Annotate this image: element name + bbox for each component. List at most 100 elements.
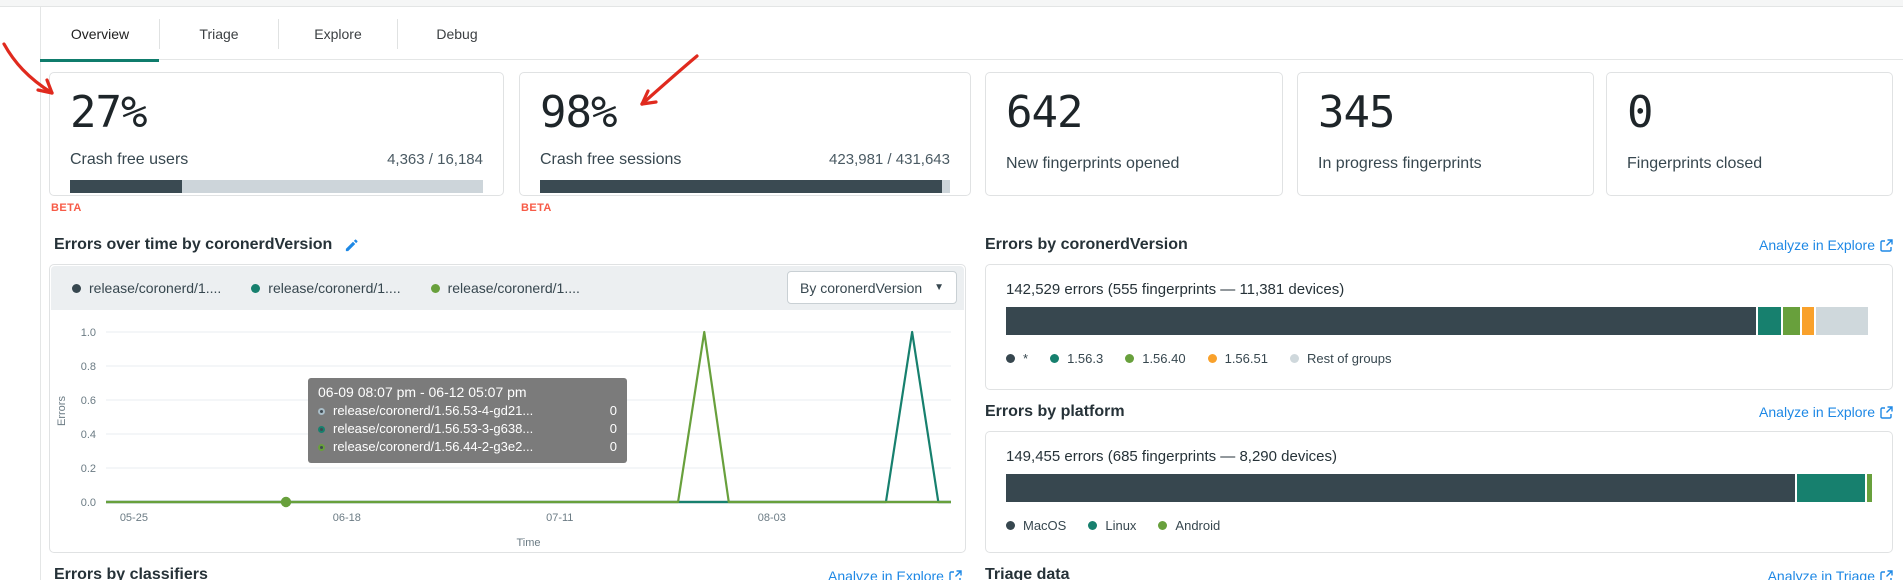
stat-value: 0 — [1627, 87, 1872, 139]
link-label: Analyze in Explore — [1759, 237, 1875, 253]
legend-dot-icon — [1125, 354, 1134, 363]
svg-text:0.2: 0.2 — [81, 463, 96, 475]
bar-segment[interactable] — [1802, 307, 1814, 335]
tooltip-series-label: release/coronerd/1.56.44-2-g3e2... — [333, 438, 585, 456]
series-marker-icon — [318, 408, 325, 415]
stat-value: 345 — [1318, 87, 1573, 139]
progress-fill — [70, 180, 182, 193]
group-by-value: By coronerdVersion — [800, 280, 922, 296]
overview-dashboard: Overview Triage Explore Debug 27% Crash … — [0, 0, 1903, 580]
legend-label: 1.56.51 — [1225, 351, 1268, 366]
tab-overview[interactable]: Overview — [41, 8, 159, 60]
breakdown-summary: 142,529 errors (555 fingerprints — 11,38… — [1006, 281, 1344, 298]
svg-text:05-25: 05-25 — [120, 512, 148, 524]
bar-segment[interactable] — [1783, 307, 1799, 335]
section-title-errors-by-classifiers: Errors by classifiers — [54, 566, 208, 580]
legend-item: Linux — [1088, 518, 1136, 533]
tooltip-row: release/coronerd/1.56.53-4-gd21... 0 — [318, 402, 617, 420]
stat-value: 27% — [70, 87, 483, 139]
tooltip-series-value: 0 — [593, 402, 617, 420]
tooltip-series-label: release/coronerd/1.56.53-3-g638... — [333, 420, 585, 438]
bar-segment[interactable] — [1758, 307, 1781, 335]
legend-item[interactable]: release/coronerd/1.... — [251, 280, 400, 296]
svg-text:06-18: 06-18 — [333, 512, 361, 524]
chart-section-title: Errors over time by coronerdVersion — [54, 236, 332, 254]
svg-text:0.6: 0.6 — [81, 395, 96, 407]
svg-text:07-11: 07-11 — [546, 512, 573, 524]
bar-segment[interactable] — [1867, 474, 1872, 502]
chevron-down-icon: ▼ — [934, 282, 944, 293]
legend-item: 1.56.51 — [1208, 351, 1268, 366]
stat-label: Crash free users — [70, 151, 188, 169]
series-marker-icon — [318, 426, 325, 433]
tooltip-row: release/coronerd/1.56.53-3-g638... 0 — [318, 420, 617, 438]
edit-pencil-icon[interactable] — [344, 238, 359, 253]
bar-segment[interactable] — [1006, 474, 1795, 502]
stat-card-new-fingerprints: 642 New fingerprints opened — [985, 72, 1283, 196]
stat-card-inprogress-fingerprints: 345 In progress fingerprints — [1297, 72, 1594, 196]
legend-item[interactable]: release/coronerd/1.... — [431, 280, 580, 296]
analyze-in-explore-link[interactable]: Analyze in Explore — [1759, 404, 1893, 420]
errors-by-coronerdversion-panel: 142,529 errors (555 fingerprints — 11,38… — [985, 264, 1893, 390]
tooltip-series-label: release/coronerd/1.56.53-4-gd21... — [333, 402, 585, 420]
legend-dot-icon — [1290, 354, 1299, 363]
progress-track — [70, 180, 483, 193]
series-marker-icon — [318, 444, 325, 451]
svg-text:0.4: 0.4 — [81, 429, 96, 441]
errors-by-platform-panel: 149,455 errors (685 fingerprints — 8,290… — [985, 431, 1893, 553]
tooltip-row: release/coronerd/1.56.44-2-g3e2... 0 — [318, 438, 617, 456]
legend-item: Rest of groups — [1290, 351, 1392, 366]
legend-label: Linux — [1105, 518, 1136, 533]
x-axis-label: Time — [106, 537, 951, 549]
breakdown-legend: * 1.56.3 1.56.40 1.56.51 Rest of groups — [1006, 351, 1392, 366]
stat-value: 642 — [1006, 87, 1262, 139]
bar-segment[interactable] — [1797, 474, 1865, 502]
legend-label: MacOS — [1023, 518, 1066, 533]
stat-value: 98% — [540, 87, 950, 139]
legend-dot-icon — [1050, 354, 1059, 363]
bar-segment[interactable] — [1006, 307, 1756, 335]
legend-dot-icon — [72, 284, 81, 293]
link-label: Analyze in Triage — [1768, 568, 1875, 580]
progress-fill — [540, 180, 942, 193]
top-strip — [0, 0, 1903, 7]
legend-item: MacOS — [1006, 518, 1066, 533]
tab-bar: Overview Triage Explore Debug — [41, 8, 516, 60]
errors-over-time-panel: release/coronerd/1.... release/coronerd/1… — [49, 264, 966, 553]
section-title-triage-data: Triage data — [985, 566, 1069, 580]
external-link-icon — [949, 570, 962, 580]
legend-label: 1.56.40 — [1142, 351, 1185, 366]
legend-label: * — [1023, 351, 1028, 366]
external-link-icon — [1880, 239, 1893, 252]
link-label: Analyze in Explore — [1759, 404, 1875, 420]
breakdown-summary: 149,455 errors (685 fingerprints — 8,290… — [1006, 448, 1337, 465]
group-by-dropdown[interactable]: By coronerdVersion ▼ — [787, 271, 957, 304]
legend-label: release/coronerd/1.... — [448, 280, 580, 296]
legend-item: * — [1006, 351, 1028, 366]
stat-label: Fingerprints closed — [1627, 155, 1872, 173]
stat-ratio: 4,363 / 16,184 — [387, 151, 483, 168]
analyze-in-explore-link[interactable]: Analyze in Explore — [1759, 237, 1893, 253]
legend-dot-icon — [1158, 521, 1167, 530]
beta-badge: BETA — [51, 202, 82, 214]
legend-item[interactable]: release/coronerd/1.... — [72, 280, 221, 296]
tooltip-series-value: 0 — [593, 420, 617, 438]
tab-debug[interactable]: Debug — [398, 8, 516, 60]
tab-triage[interactable]: Triage — [160, 8, 278, 60]
progress-track — [540, 180, 950, 193]
bar-segment[interactable] — [1816, 307, 1868, 335]
tooltip-series-value: 0 — [593, 438, 617, 456]
external-link-icon — [1880, 406, 1893, 419]
stat-label: New fingerprints opened — [1006, 155, 1262, 173]
breakdown-title-coronerdversion: Errors by coronerdVersion — [985, 236, 1188, 254]
svg-text:0.0: 0.0 — [81, 497, 96, 509]
legend-dot-icon — [1006, 354, 1015, 363]
legend-label: release/coronerd/1.... — [89, 280, 221, 296]
legend-label: release/coronerd/1.... — [268, 280, 400, 296]
analyze-in-explore-link[interactable]: Analyze in Explore — [828, 568, 962, 580]
legend-label: 1.56.3 — [1067, 351, 1103, 366]
legend-dot-icon — [1088, 521, 1097, 530]
legend-dot-icon — [431, 284, 440, 293]
analyze-in-triage-link[interactable]: Analyze in Triage — [1768, 568, 1893, 580]
tab-explore[interactable]: Explore — [279, 8, 397, 60]
